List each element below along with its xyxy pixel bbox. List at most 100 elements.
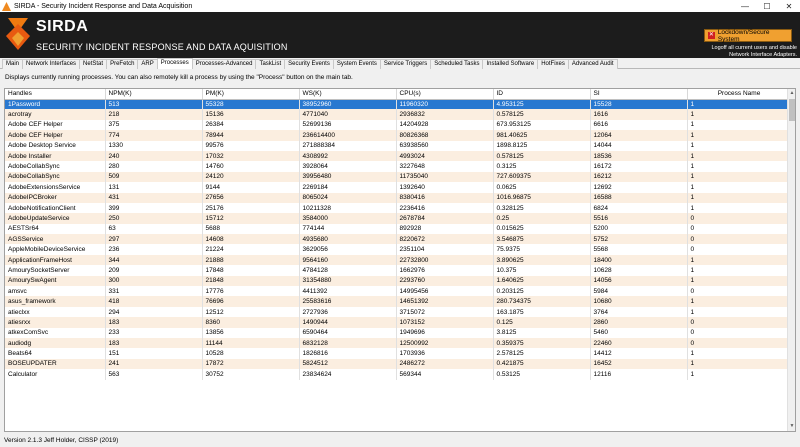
table-row[interactable]: atieclxx 294 12512 2727936 3715072 163.1875 37… xyxy=(5,306,789,318)
column-header[interactable]: SI xyxy=(590,89,688,100)
tab-network-interfaces[interactable]: Network Interfaces xyxy=(22,59,81,69)
table-cell: AdobeExtensionsService xyxy=(5,182,106,193)
tab-prefetch[interactable]: PreFetch xyxy=(106,59,139,69)
tab-system-events[interactable]: System Events xyxy=(332,59,381,69)
table-row[interactable]: 1Password 513 55328 38952960 11960320 4.95312… xyxy=(5,99,789,110)
table-cell: BOSEUPDATER xyxy=(5,358,106,370)
tab-security-events[interactable]: Security Events xyxy=(284,59,334,69)
table-cell: 183 xyxy=(105,337,203,349)
table-cell: 233 xyxy=(105,327,203,338)
table-row[interactable]: BOSEUPDATER 241 17872 5824512 2486272 0.42187… xyxy=(5,358,789,370)
minimize-button[interactable]: — xyxy=(734,0,756,12)
table-row[interactable]: AdobeNotificationClient 399 25176 10211328 2… xyxy=(5,202,789,214)
status-bar: Version 2.1.3 Jeff Holder, CISSP (2019) xyxy=(0,435,800,447)
table-row[interactable]: AdobeExtensionsService 131 9144 2269184 1392… xyxy=(5,182,789,193)
table-cell: 17032 xyxy=(202,150,300,162)
table-row[interactable]: AdobeIPCBroker 431 27656 8065024 8380416 1016… xyxy=(5,192,789,203)
tab-processes[interactable]: Processes xyxy=(156,58,193,69)
table-row[interactable]: Adobe CEF Helper 774 78944 236614400 8082636… xyxy=(5,130,789,141)
table-row[interactable]: atkexComSvc 233 13856 6590464 1949696 3.8125 5… xyxy=(5,327,789,338)
table-cell: 0.015625 xyxy=(493,223,591,235)
table-cell: 14608 xyxy=(202,234,300,245)
table-cell: 63938560 xyxy=(396,140,494,151)
table-cell: 80826368 xyxy=(396,130,494,141)
table-row[interactable]: AESTSr64 63 5688 774144 892928 0.015625 5200 0 xyxy=(5,223,789,235)
column-header[interactable]: CPU(s) xyxy=(396,89,494,100)
table-cell: 563 xyxy=(105,369,203,380)
table-cell: 0 xyxy=(687,327,789,338)
table-cell: 13856 xyxy=(202,327,300,338)
table-row[interactable]: Calculator 563 30752 23834624 569344 0.53125 1… xyxy=(5,369,789,380)
table-cell: 11735040 xyxy=(396,171,494,183)
column-header[interactable]: Handles xyxy=(5,89,106,100)
table-cell: 5568 xyxy=(590,244,688,255)
close-button[interactable]: ✕ xyxy=(778,0,800,12)
tab-installed-software[interactable]: Installed Software xyxy=(482,59,539,69)
table-row[interactable]: asus_framework 418 76696 25583616 14651392 28… xyxy=(5,296,789,307)
table-row[interactable]: ApplicationFrameHost 344 21888 9564160 22732… xyxy=(5,254,789,266)
column-header[interactable]: ID xyxy=(493,89,591,100)
table-cell: 0 xyxy=(687,317,789,328)
table-row[interactable]: AdobeUpdateService 250 15712 3584000 2678784… xyxy=(5,213,789,224)
table-cell: 5200 xyxy=(590,223,688,235)
table-cell: 3.8125 xyxy=(493,327,591,338)
vertical-scrollbar[interactable]: ▲ ▼ xyxy=(787,89,795,431)
table-cell: asus_framework xyxy=(5,296,106,307)
table-cell: Adobe Desktop Service xyxy=(5,140,106,151)
column-header[interactable]: NPM(K) xyxy=(105,89,203,100)
table-row[interactable]: AppleMobileDeviceService 236 21224 3629056 2… xyxy=(5,244,789,255)
table-row[interactable]: AmourySocketServer 209 17848 4784128 1662976… xyxy=(5,265,789,276)
scrollbar-thumb[interactable] xyxy=(789,99,795,121)
table-cell: 23834624 xyxy=(299,369,397,380)
table-cell: 0 xyxy=(687,286,789,297)
table-row[interactable]: AdobeCollabSync 280 14760 3928064 3227648 0.3… xyxy=(5,161,789,172)
table-cell: 0 xyxy=(687,337,789,349)
scroll-down-icon[interactable]: ▼ xyxy=(788,422,795,431)
tab-tasklist[interactable]: TaskList xyxy=(255,59,286,69)
tab-scheduled-tasks[interactable]: Scheduled Tasks xyxy=(430,59,484,69)
table-row[interactable]: AGSService 297 14608 4935680 8220672 3.546875… xyxy=(5,234,789,245)
column-header[interactable]: Process Name xyxy=(687,89,789,100)
table-cell: 1330 xyxy=(105,140,203,151)
table-row[interactable]: AdobeCollabSync 509 24120 39956480 11735040 7… xyxy=(5,171,789,183)
tab-advanced-audit[interactable]: Advanced Audit xyxy=(567,59,618,69)
lockdown-button[interactable]: ✕ Lockdown/Secure System xyxy=(704,29,792,43)
column-header[interactable]: PM(K) xyxy=(202,89,300,100)
table-cell: 25583616 xyxy=(299,296,397,307)
table-cell: 26384 xyxy=(202,119,300,131)
table-row[interactable]: audiodg 183 11144 6832128 12500992 0.359375 22… xyxy=(5,337,789,349)
table-row[interactable]: Adobe Desktop Service 1330 99576 271888384 6… xyxy=(5,140,789,151)
tab-service-triggers[interactable]: Service Triggers xyxy=(379,59,432,69)
tab-processes-advanced[interactable]: Processes-Advanced xyxy=(191,59,257,69)
table-row[interactable]: amsvc 331 17776 4411392 14995456 0.203125 5984… xyxy=(5,286,789,297)
scroll-up-icon[interactable]: ▲ xyxy=(788,89,795,98)
table-cell: 4993024 xyxy=(396,150,494,162)
table-row[interactable]: Adobe CEF Helper 375 26384 52699136 14204928… xyxy=(5,119,789,131)
table-cell: 4411392 xyxy=(299,286,397,297)
column-header[interactable]: WS(K) xyxy=(299,89,397,100)
table-cell: 1 xyxy=(687,296,789,307)
table-row[interactable]: acrotray 218 15136 4771040 2936832 0.578125 16… xyxy=(5,109,789,120)
table-cell: 0.421875 xyxy=(493,358,591,370)
table-cell: 18400 xyxy=(590,254,688,266)
table-cell: 1 xyxy=(687,192,789,203)
table-cell: 4308992 xyxy=(299,150,397,162)
table-row[interactable]: Beats64 151 10528 1826816 1703936 2.578125 144… xyxy=(5,348,789,359)
table-cell: 3.546875 xyxy=(493,234,591,245)
table-cell: 892928 xyxy=(396,223,494,235)
table-cell: atkexComSvc xyxy=(5,327,106,338)
table-cell: 14760 xyxy=(202,161,300,172)
table-cell: 1Password xyxy=(5,99,106,110)
tab-hotfixes[interactable]: HotFixes xyxy=(537,59,569,69)
table-cell: 3.890625 xyxy=(493,254,591,266)
table-row[interactable]: AmourySwAgent 300 21848 31354880 2293760 1.64… xyxy=(5,275,789,287)
tab-main[interactable]: Main xyxy=(2,59,24,69)
table-cell: 774144 xyxy=(299,223,397,235)
table-cell: 15528 xyxy=(590,99,688,110)
tab-netstat[interactable]: NetStat xyxy=(79,59,108,69)
tab-arp[interactable]: ARP xyxy=(137,59,158,69)
table-row[interactable]: Adobe Installer 240 17032 4308992 4993024 0.5… xyxy=(5,150,789,162)
maximize-button[interactable]: ☐ xyxy=(756,0,778,12)
table-cell: 10211328 xyxy=(299,202,397,214)
table-row[interactable]: atiesrxx 183 8360 1490944 1073152 0.125 2860 0 xyxy=(5,317,789,328)
